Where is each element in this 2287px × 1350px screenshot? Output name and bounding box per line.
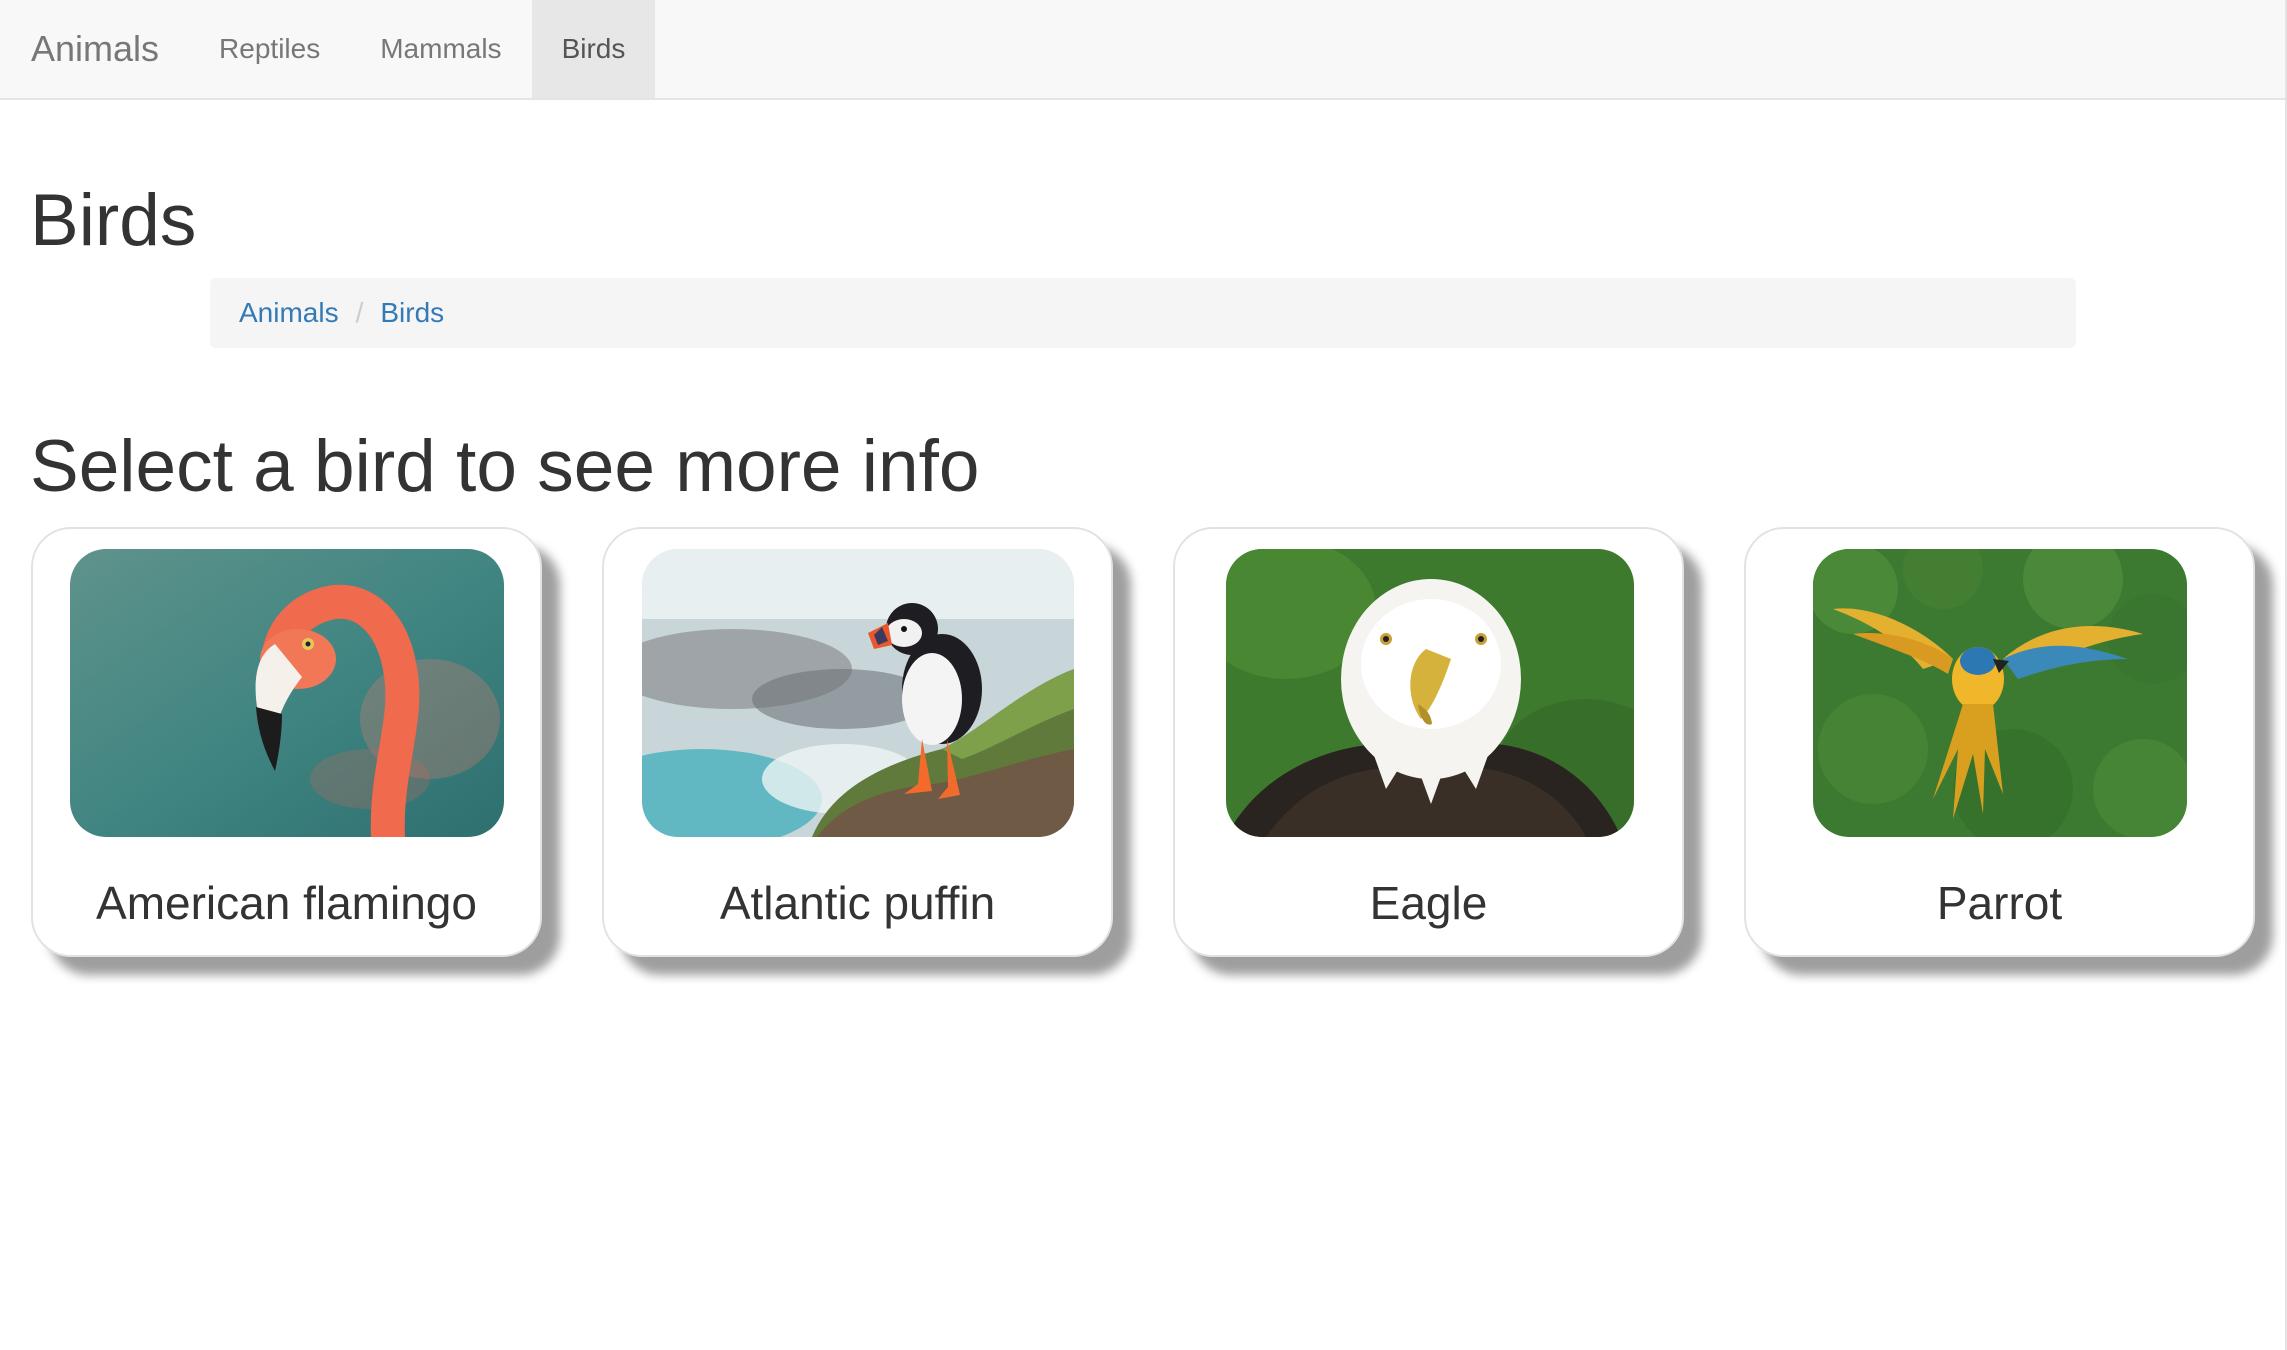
breadcrumb-link-birds[interactable]: Birds — [380, 297, 444, 329]
bird-card-label: American flamingo — [96, 877, 477, 929]
breadcrumb-link-animals[interactable]: Animals — [239, 297, 339, 329]
bird-card-parrot[interactable]: Parrot — [1744, 527, 2255, 957]
page-title: Birds — [30, 180, 197, 261]
nav-item-reptiles[interactable]: Reptiles — [189, 0, 350, 98]
puffin-photo-art — [642, 549, 1074, 837]
flamingo-photo — [70, 549, 504, 837]
puffin-photo — [642, 549, 1074, 837]
bird-card-atlantic-puffin[interactable]: Atlantic puffin — [602, 527, 1113, 957]
bird-card-label: Parrot — [1936, 877, 2063, 929]
page: Animals Reptiles Mammals Birds Birds Ani… — [0, 0, 2287, 1350]
nav-item-mammals[interactable]: Mammals — [350, 0, 531, 98]
nav-item-birds[interactable]: Birds — [531, 0, 656, 98]
parrot-photo — [1813, 549, 2187, 837]
bird-card-eagle[interactable]: Eagle — [1173, 527, 1684, 957]
navbar-brand[interactable]: Animals — [0, 0, 189, 98]
breadcrumb-separator: / — [355, 297, 364, 328]
eagle-photo-art — [1226, 549, 1634, 837]
section-heading: Select a bird to see more info — [30, 426, 980, 507]
eagle-photo — [1226, 549, 1634, 837]
bird-card-label: Eagle — [1369, 877, 1488, 929]
flamingo-photo-art — [70, 549, 504, 837]
parrot-photo-art — [1813, 549, 2187, 837]
bird-card-american-flamingo[interactable]: American flamingo — [31, 527, 542, 957]
breadcrumb: Animals / Birds — [210, 278, 2076, 348]
top-navbar: Animals Reptiles Mammals Birds — [0, 0, 2285, 100]
bird-card-label: Atlantic puffin — [719, 877, 996, 929]
